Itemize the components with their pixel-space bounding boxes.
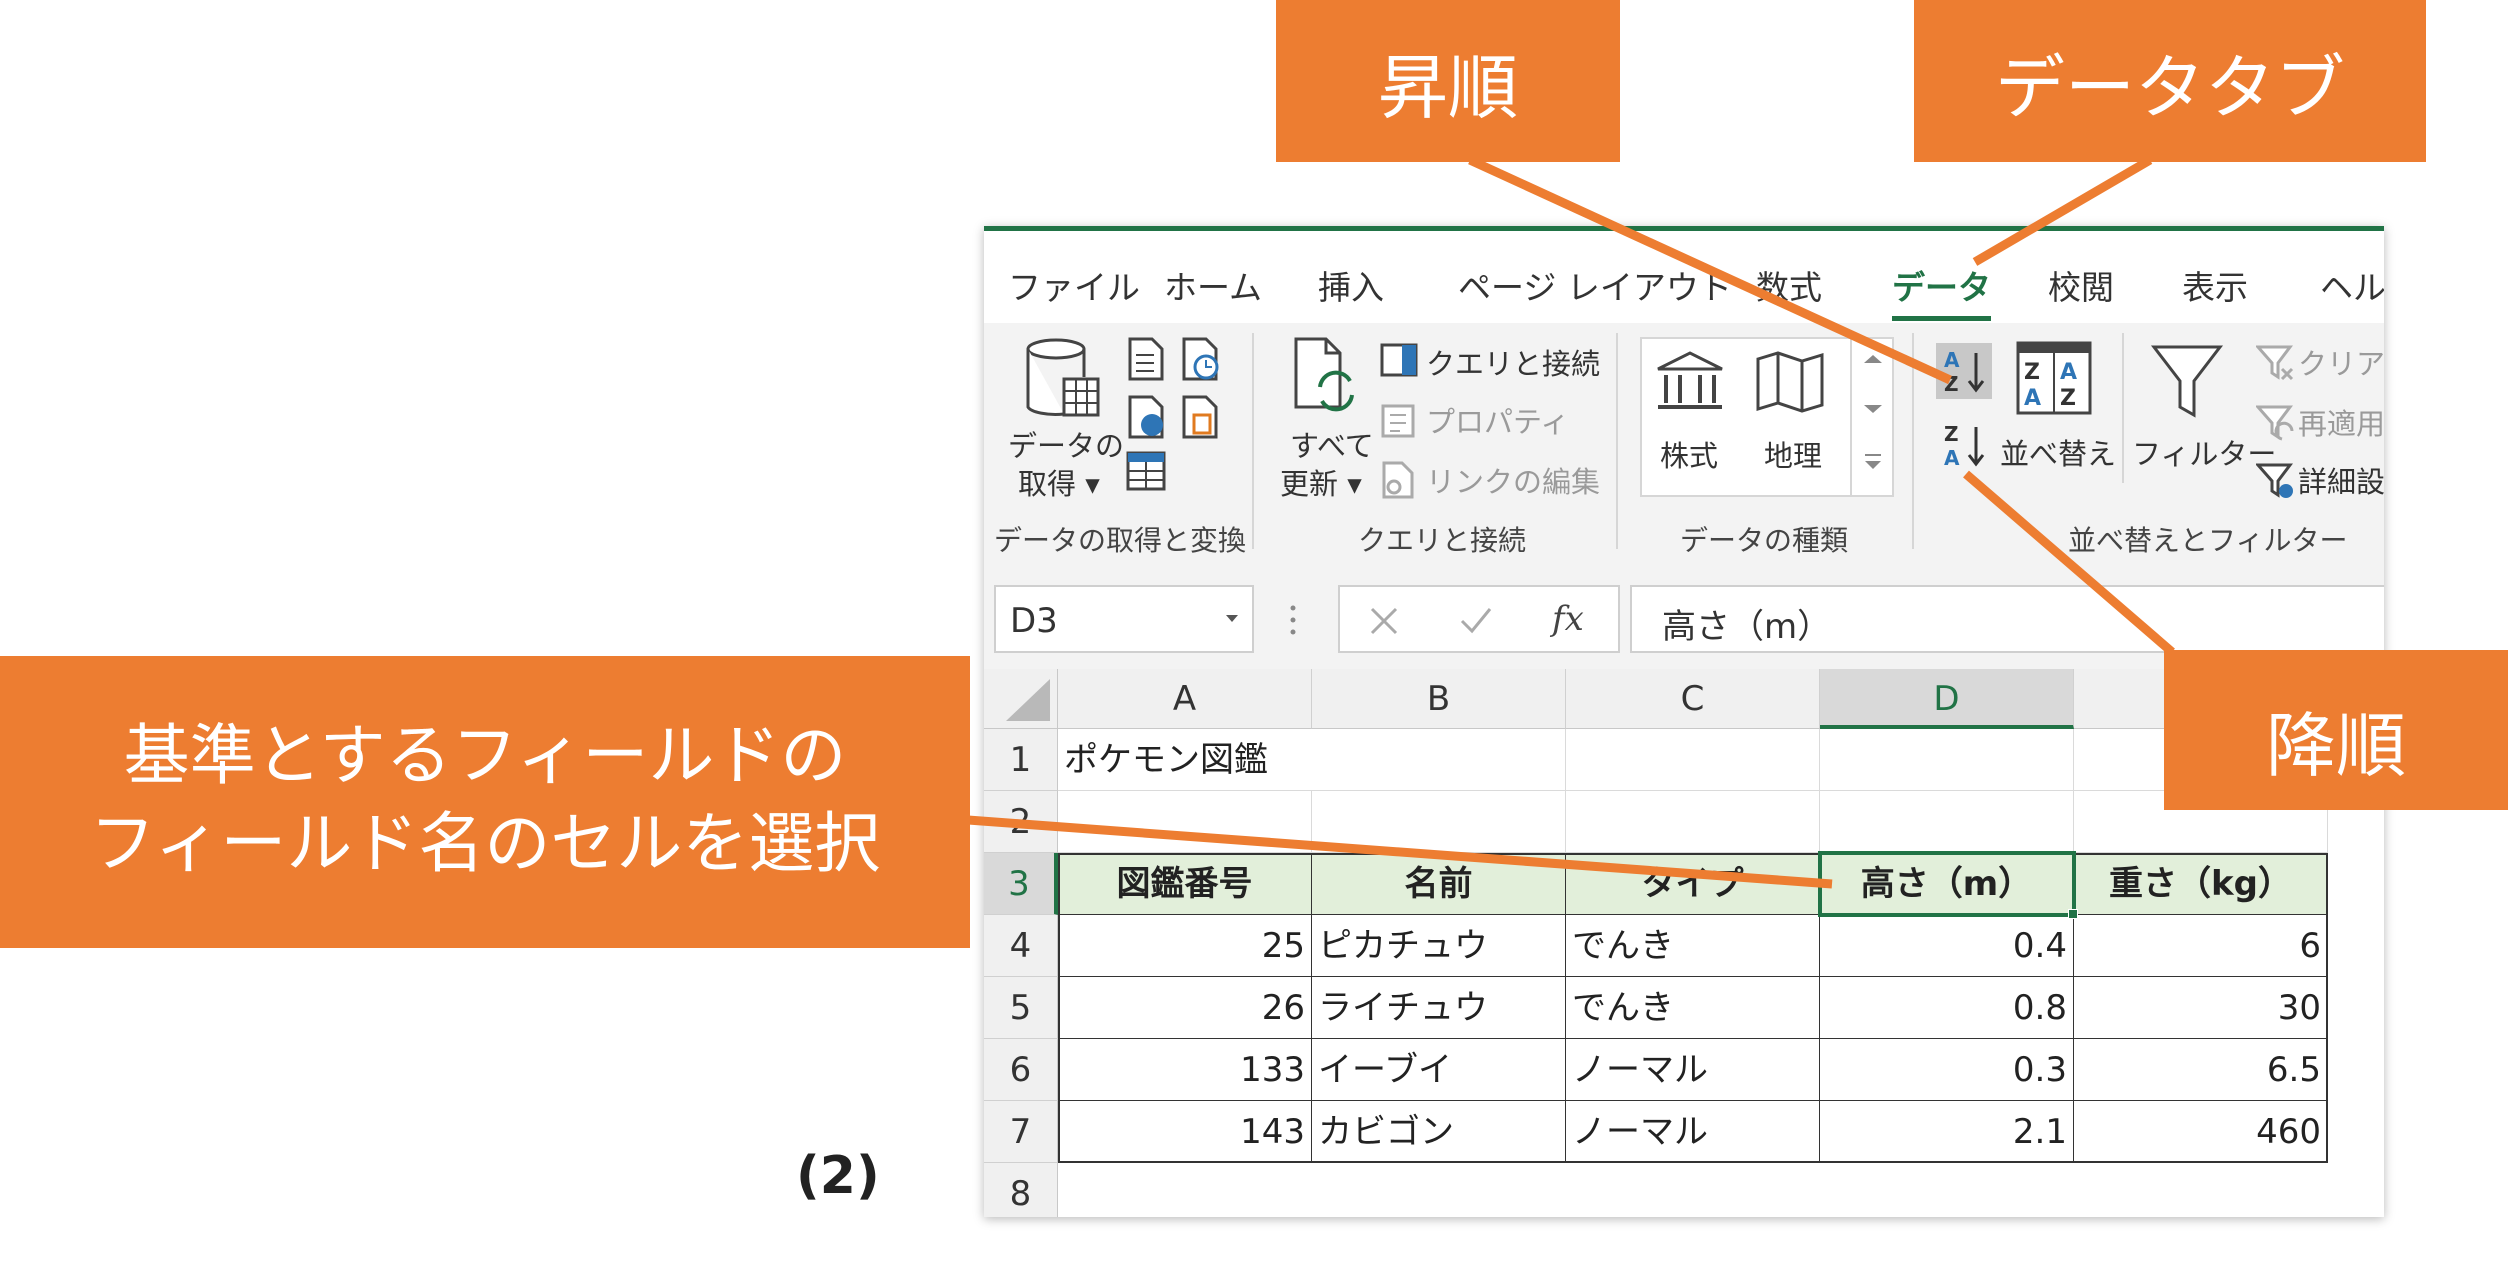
callout-data-tab-text: データタブ — [1995, 47, 2345, 129]
pointer-line-descending — [1963, 470, 2175, 656]
callout-descending: 降順 — [2164, 650, 2508, 810]
callout-descending-text: 降順 — [2266, 705, 2406, 787]
callout-ascending-text: 昇順 — [1378, 47, 1518, 129]
callout-pointer-lines — [967, 155, 2175, 889]
callout-ascending: 昇順 — [1276, 0, 1620, 162]
callout-select-line-1: 基準とするフィールドの — [123, 717, 847, 794]
callout-select-field: 基準とするフィールドの フィールド名のセルを選択 — [0, 656, 970, 948]
pointer-line-data-tab — [1972, 156, 2153, 266]
callout-data-tab: データタブ — [1914, 0, 2426, 162]
callout-select-line-2: フィールド名のセルを選択 — [89, 805, 881, 882]
pointer-line-select-cell — [967, 815, 1833, 889]
pointer-line-ascending — [1468, 155, 1952, 385]
